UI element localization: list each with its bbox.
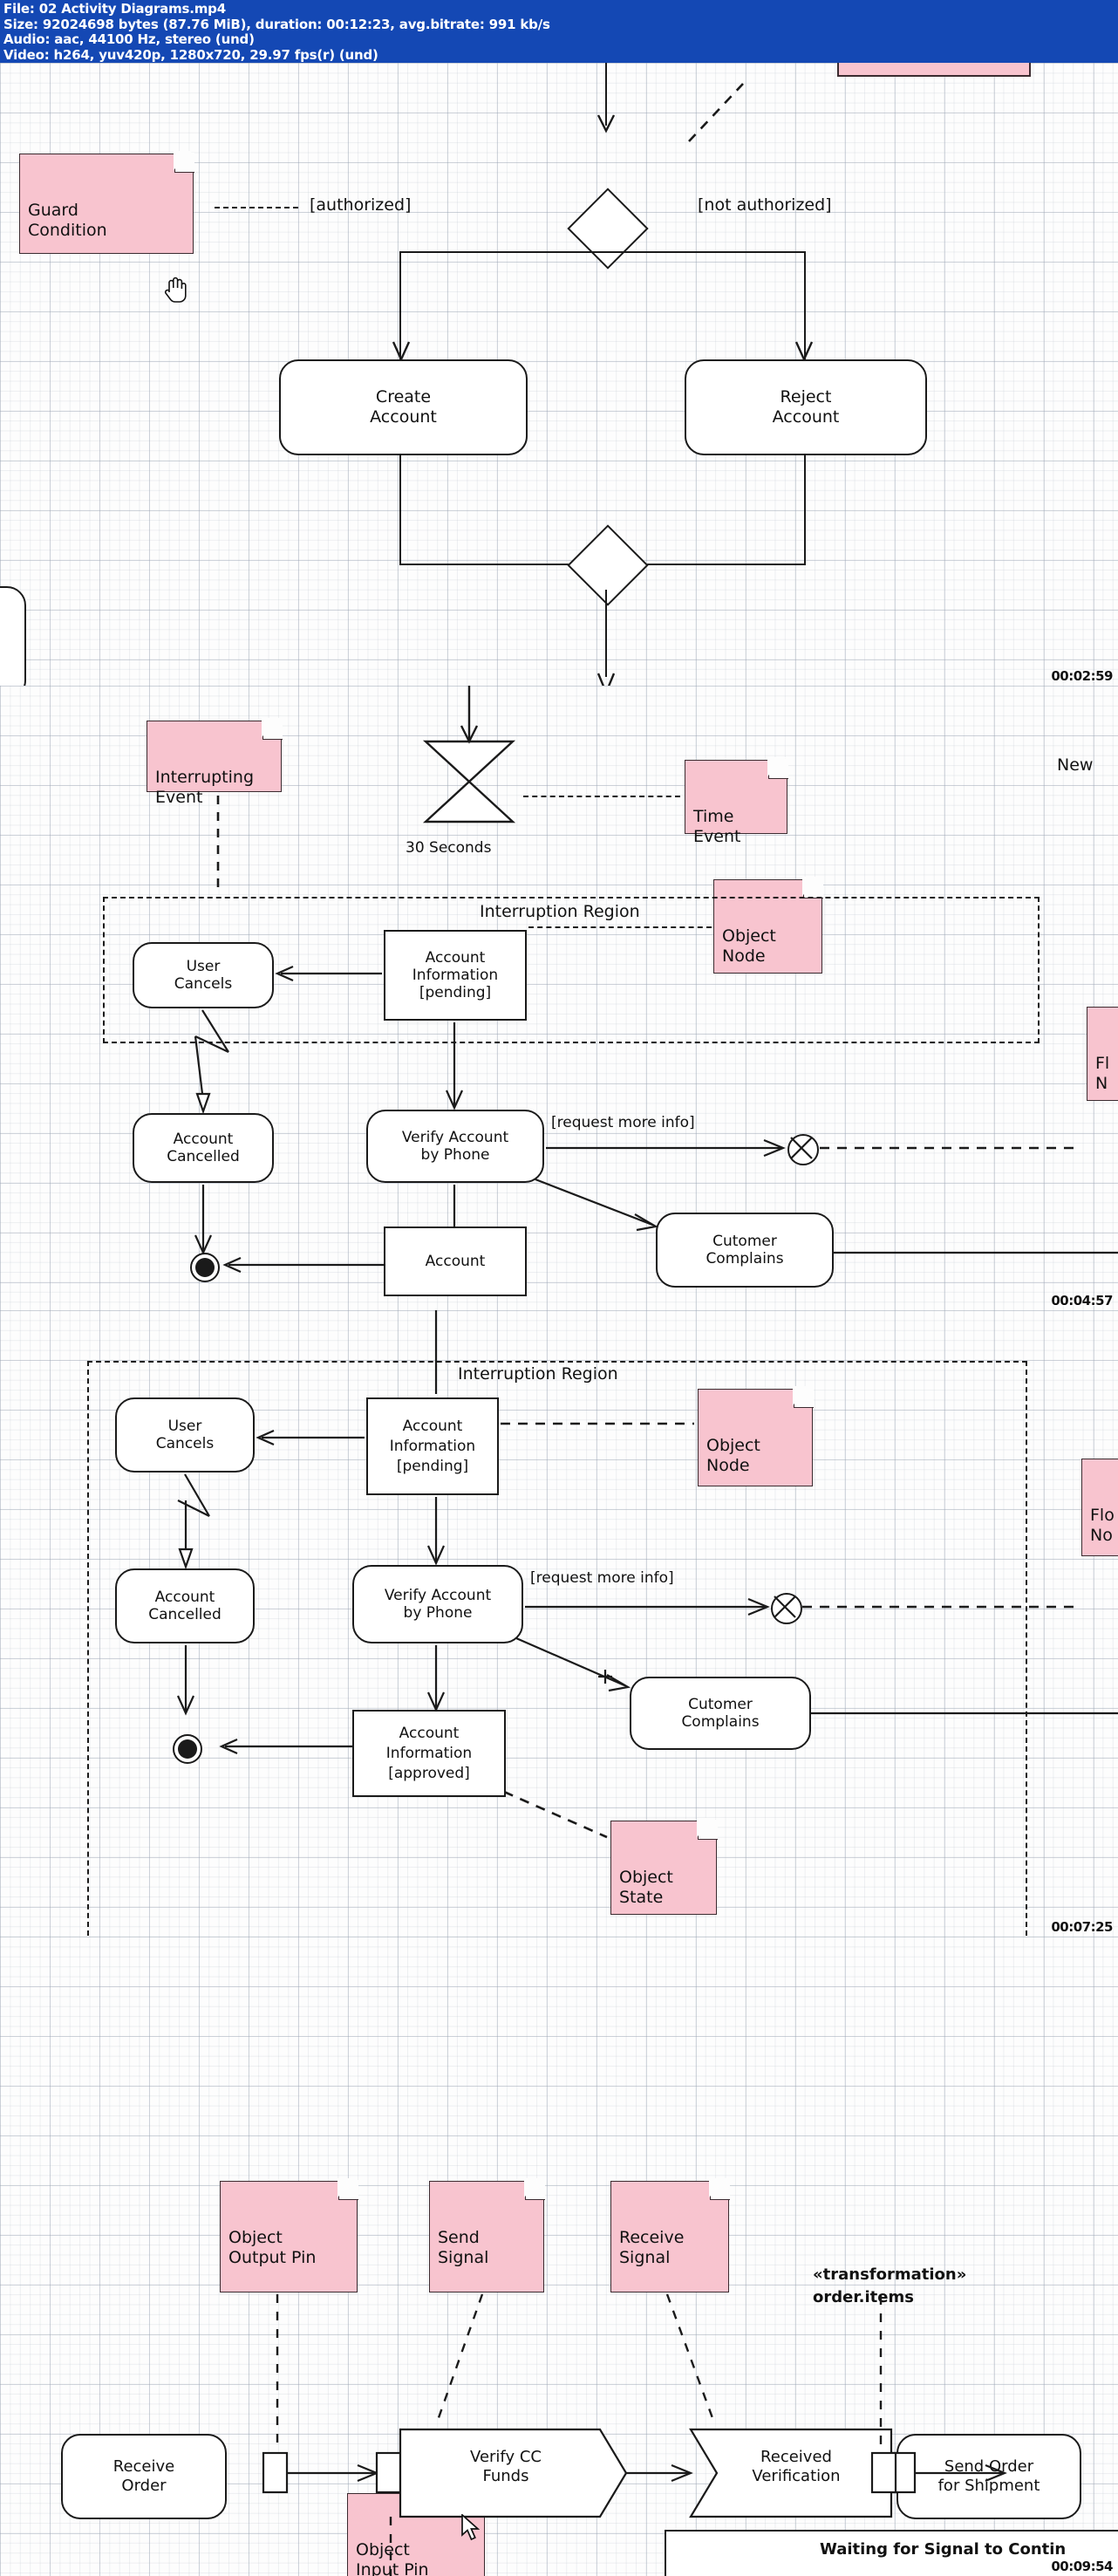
activity-reject-account[interactable]: Reject Account <box>685 359 927 455</box>
video-contact-sheet: File: 02 Activity Diagrams.mp4 Size: 920… <box>0 0 1118 2576</box>
note-text: Time Event <box>693 807 741 846</box>
branch-rail-top <box>399 251 806 254</box>
activity-receive-order[interactable]: Receive Order <box>61 2434 227 2519</box>
object-node-account[interactable]: Account <box>384 1227 527 1296</box>
activity-account-cancelled[interactable]: Account Cancelled <box>133 1113 274 1183</box>
label-30-seconds: 30 Seconds <box>406 839 492 857</box>
flow-to-bottom <box>605 590 608 677</box>
note-text: Object State <box>619 1868 673 1907</box>
time-event-anchor <box>523 796 680 797</box>
flow-into-decision <box>605 63 608 126</box>
guard-label-authorized: [authorized] <box>310 195 412 215</box>
partial-activity-top <box>837 63 1031 77</box>
merge-right-down <box>804 455 807 565</box>
timestamp-panel-1: 00:02:59 <box>1051 668 1113 684</box>
activity-user-cancels[interactable]: User Cancels <box>133 942 274 1008</box>
frame-title-waiting-for-signal: Waiting for Signal to Contin <box>820 2540 1067 2559</box>
activity-cutomer-complains[interactable]: Cutomer Complains <box>656 1213 834 1288</box>
note-fold-icon <box>709 2178 730 2200</box>
note-anchor-line <box>215 207 298 208</box>
partial-activity-left <box>0 586 26 686</box>
timestamp-panel-4: 00:09:54 <box>1051 2559 1113 2574</box>
thumbnail-panel-1[interactable]: Guard Condition [authorized] [not author… <box>0 63 1118 687</box>
note-time-event: Time Event <box>685 757 788 846</box>
note-fold-icon <box>697 1818 718 1840</box>
note-object-output-pin: Object Output Pin <box>220 2178 358 2292</box>
note-text: Guard Condition <box>28 201 107 240</box>
note-flow-final-partial: Fl N <box>1087 1007 1118 1101</box>
stereotype-transformation: «transformation» order.items <box>813 2265 967 2306</box>
timestamp-panel-2: 00:04:57 <box>1051 1293 1113 1308</box>
timestamp-panel-3: 00:07:25 <box>1051 1919 1113 1935</box>
mediainfo-file-line: File: 02 Activity Diagrams.mp4 <box>3 1 226 17</box>
note-fold-icon <box>465 2491 486 2512</box>
mediainfo-size-line: Size: 92024698 bytes (87.76 MiB), durati… <box>3 16 550 32</box>
note-fold-icon <box>174 151 194 173</box>
branch-left-down <box>399 251 402 359</box>
mediainfo-audio-line: Audio: aac, 44100 Hz, stereo (und) <box>3 31 255 47</box>
merge-node <box>567 524 649 606</box>
mouse-cursor-arrow <box>460 2513 483 2542</box>
note-fold-icon <box>262 718 283 740</box>
edge-label-request-more-info: [request more info] <box>551 1114 695 1131</box>
label-interruption-region: Interruption Region <box>458 1364 618 1384</box>
activity-final-node <box>190 1253 220 1282</box>
branch-right-down <box>804 251 807 359</box>
note-text: Flo No <box>1090 1506 1115 1545</box>
thumbnail-panel-3[interactable]: Interruption Region Object Node Flo No A… <box>0 1310 1118 1937</box>
mediainfo-header: File: 02 Activity Diagrams.mp4 Size: 920… <box>0 0 1118 63</box>
label-new-right: New <box>1057 755 1094 775</box>
flow-final-node <box>771 1593 802 1624</box>
note-text: Interrupting Event <box>155 768 255 807</box>
flow-final-node <box>787 1134 819 1165</box>
note-fold-icon <box>793 1386 814 1408</box>
note-fold-icon <box>524 2178 545 2200</box>
note-fold-icon <box>337 2178 358 2200</box>
note-interrupting-event: Interrupting Event <box>147 718 283 807</box>
note-text: Object Output Pin <box>228 2228 317 2267</box>
activity-final-node <box>173 1734 202 1764</box>
mediainfo-video-line: Video: h264, yuv420p, 1280x720, 29.97 fp… <box>3 46 378 63</box>
thumbnail-panel-2[interactable]: Interrupting Event Time Event Object Nod… <box>0 686 1118 1311</box>
note-text: Send Signal <box>438 2228 489 2267</box>
activity-send-order-for-shipment[interactable]: Send Order for Shipment <box>896 2434 1081 2519</box>
note-flow-final-partial: Flo No <box>1081 1459 1118 1556</box>
note-text: Receive Signal <box>619 2228 685 2267</box>
thumbnail-panel-4[interactable]: Object Output Pin Send Signal Receive Si… <box>0 1937 1118 2576</box>
note-object-state: Object State <box>610 1818 718 1915</box>
note-text: Object Input Pin <box>356 2540 429 2576</box>
note-text: Object Node <box>706 1436 760 1475</box>
activity-cutomer-complains[interactable]: Cutomer Complains <box>630 1677 811 1750</box>
note-send-signal: Send Signal <box>429 2178 545 2292</box>
activity-verify-account-by-phone[interactable]: Verify Account by Phone <box>352 1565 523 1643</box>
signal-label-verify-cc-funds: Verify CC Funds <box>470 2448 542 2485</box>
signal-label-received-verification: Received Verification <box>752 2448 841 2485</box>
decision-node <box>567 188 649 270</box>
note-fold-icon <box>802 877 823 899</box>
merge-left-down <box>399 455 402 565</box>
mouse-cursor-hand <box>164 275 187 303</box>
note-guard-condition: Guard Condition <box>19 151 194 254</box>
note-object-node: Object Node <box>698 1386 814 1486</box>
guard-label-not-authorized: [not authorized] <box>698 195 832 215</box>
note-fold-icon <box>767 757 788 779</box>
activity-account-cancelled[interactable]: Account Cancelled <box>115 1568 255 1643</box>
label-interruption-region: Interruption Region <box>480 902 640 921</box>
activity-create-account[interactable]: Create Account <box>279 359 528 455</box>
object-node-account-information-pending[interactable]: Account Information [pending] <box>366 1397 499 1495</box>
note-text: Fl N <box>1095 1054 1110 1093</box>
activity-verify-account-by-phone[interactable]: Verify Account by Phone <box>366 1110 544 1183</box>
note-receive-signal: Receive Signal <box>610 2178 730 2292</box>
object-node-account-information-pending[interactable]: Account Information [pending] <box>384 930 527 1021</box>
object-node-anchor <box>528 926 712 928</box>
edge-label-request-more-info: [request more info] <box>530 1569 674 1587</box>
object-node-account-information-approved[interactable]: Account Information [approved] <box>352 1710 506 1797</box>
activity-user-cancels[interactable]: User Cancels <box>115 1397 255 1472</box>
